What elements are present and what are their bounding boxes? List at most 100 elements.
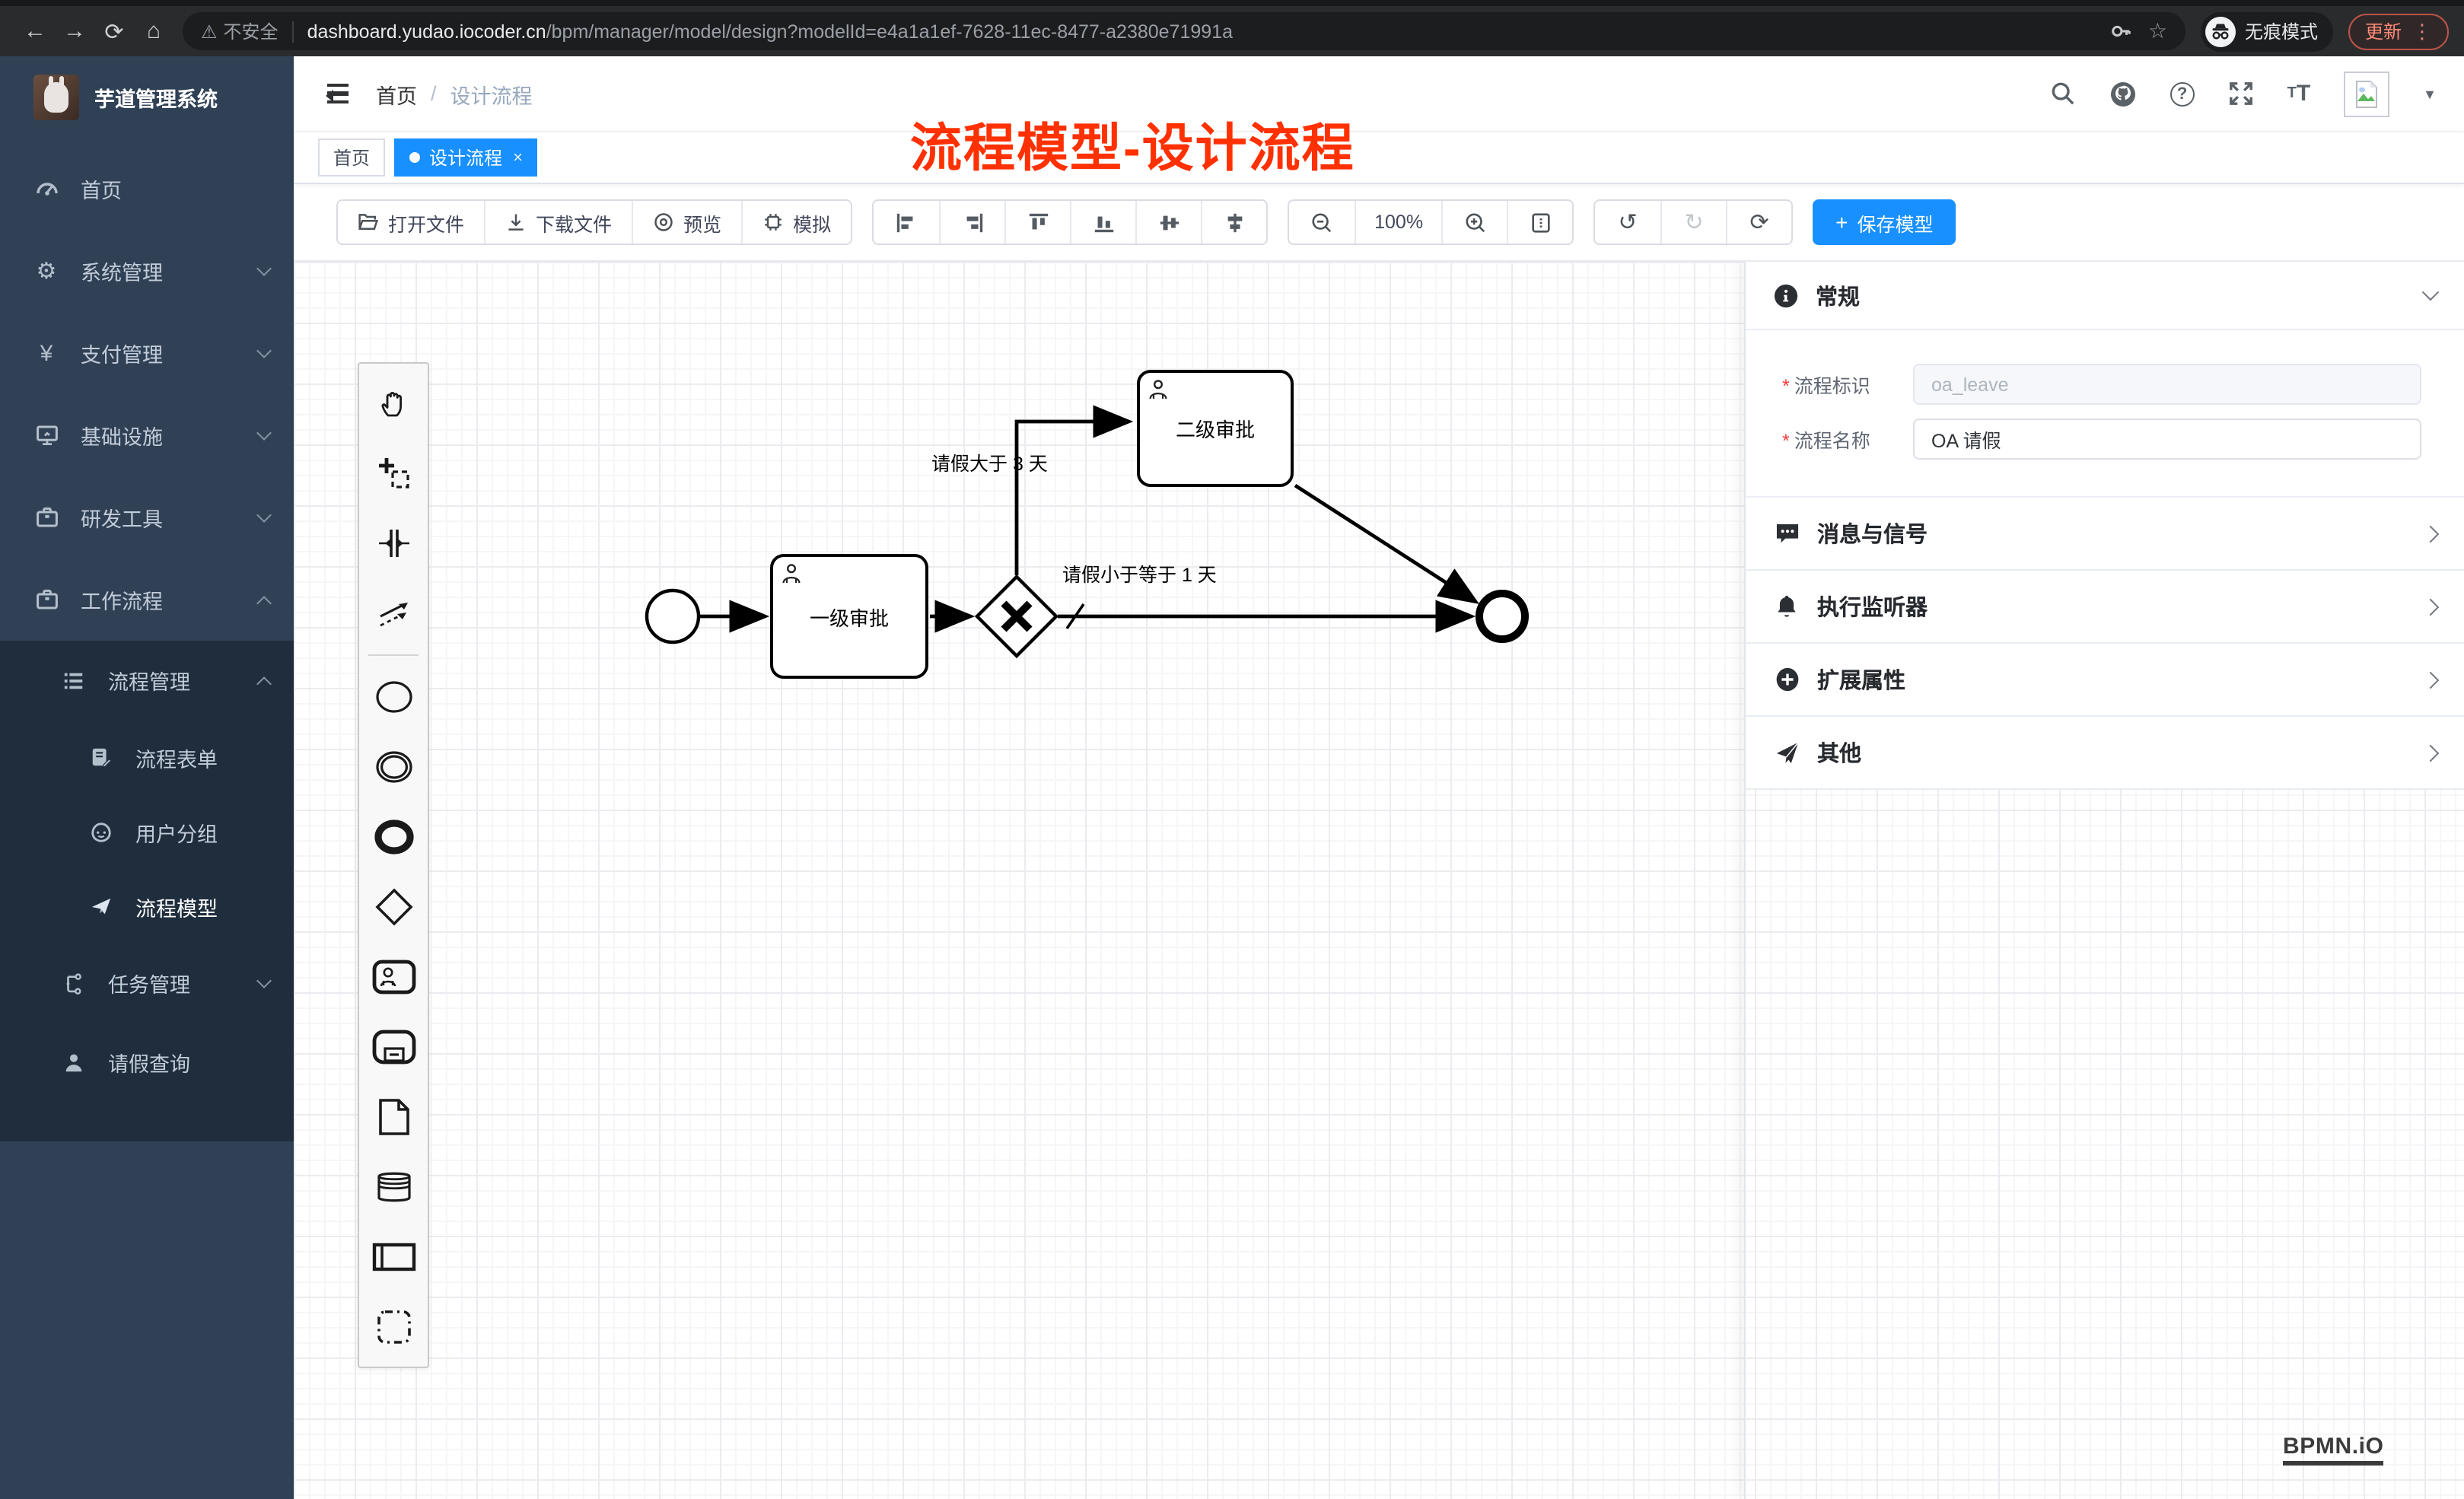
zoom-in-icon[interactable] xyxy=(1441,201,1507,243)
align-middle-icon[interactable] xyxy=(1135,201,1201,243)
undo-icon[interactable]: ↺ xyxy=(1595,201,1660,243)
message-icon xyxy=(1773,522,1800,545)
bookmark-star-icon[interactable]: ☆ xyxy=(2148,18,2167,44)
monitor-icon xyxy=(33,423,59,447)
url-host: dashboard.yudao.iocoder.cn xyxy=(307,21,546,42)
bpmn-canvas[interactable]: 一级审批 二级审批 请假大于 3 天 请假小于等于 1 天 BPMN.iO 常规 xyxy=(294,262,2464,1499)
sidebar-item-process-form[interactable]: 流程表单 xyxy=(0,720,294,794)
participant-pool-icon[interactable] xyxy=(359,1222,428,1292)
flow-gateway-to-task2[interactable] xyxy=(1017,422,1128,575)
app-logo-row[interactable]: 芋道管理系统 xyxy=(0,56,294,138)
flow-task2-to-end[interactable] xyxy=(1295,485,1475,601)
close-icon[interactable]: × xyxy=(513,148,523,167)
sidebar-item-label: 流程管理 xyxy=(108,665,259,695)
sidebar-item-user-group[interactable]: 用户分组 xyxy=(0,794,294,869)
group-icon[interactable] xyxy=(359,1292,428,1362)
task-second-approval[interactable]: 二级审批 xyxy=(1137,370,1294,487)
connect-tool-icon[interactable] xyxy=(359,578,428,648)
sidebar-item-leave-query[interactable]: 请假查询 xyxy=(0,1023,294,1102)
condition-label-gt3[interactable]: 请假大于 3 天 xyxy=(931,447,1048,476)
sidebar-item-devtools[interactable]: 研发工具 xyxy=(0,476,294,559)
browser-update-button[interactable]: 更新 ⋮ xyxy=(2348,13,2449,49)
password-key-icon[interactable] xyxy=(2110,20,2133,43)
home-icon[interactable]: ⌂ xyxy=(134,18,173,44)
tab-home[interactable]: 首页 xyxy=(318,138,385,177)
send-icon xyxy=(1773,740,1800,765)
form-edit-icon xyxy=(88,746,114,769)
align-right-icon[interactable] xyxy=(939,201,1004,243)
search-icon[interactable] xyxy=(2050,81,2076,107)
redo-icon[interactable]: ↻ xyxy=(1660,201,1726,243)
process-key-input[interactable] xyxy=(1913,364,2421,405)
sidebar-item-system[interactable]: ⚙ 系统管理 xyxy=(0,230,294,312)
intermediate-event-icon[interactable] xyxy=(359,732,428,802)
task-label: 二级审批 xyxy=(1176,414,1255,443)
exclusive-gateway[interactable] xyxy=(977,577,1056,656)
align-center-icon[interactable] xyxy=(1201,201,1266,243)
browser-menu-icon[interactable]: ⋮ xyxy=(2412,19,2432,43)
restart-icon[interactable]: ⟳ xyxy=(1726,201,1791,243)
reload-icon[interactable]: ⟳ xyxy=(94,18,134,45)
sidebar-item-payment[interactable]: ¥ 支付管理 xyxy=(0,312,294,394)
not-secure-label[interactable]: 不安全 xyxy=(224,18,279,44)
chevron-right-icon xyxy=(2422,525,2440,543)
url-divider xyxy=(292,21,294,42)
sidebar-item-home[interactable]: 首页 xyxy=(0,148,294,230)
sidebar-item-process-model[interactable]: 流程模型 xyxy=(0,869,294,944)
sidebar-item-label: 流程模型 xyxy=(135,891,269,921)
align-left-icon[interactable] xyxy=(874,201,939,243)
simulate-button[interactable]: 模拟 xyxy=(741,201,851,243)
gateway-icon[interactable] xyxy=(359,872,428,942)
github-icon[interactable] xyxy=(2109,80,2137,107)
start-event[interactable] xyxy=(647,590,699,642)
sidebar-item-label: 请假查询 xyxy=(108,1047,269,1077)
avatar-caret-icon[interactable]: ▼ xyxy=(2423,86,2437,101)
space-tool-icon[interactable] xyxy=(359,508,428,578)
section-extension-attributes[interactable]: 扩展属性 xyxy=(1746,644,2464,717)
sidebar-item-process-mgmt[interactable]: 流程管理 xyxy=(0,641,294,720)
section-execution-listener[interactable]: 执行监听器 xyxy=(1746,571,2464,644)
start-event-icon[interactable] xyxy=(359,662,428,732)
data-object-icon[interactable] xyxy=(359,1082,428,1152)
open-file-button[interactable]: 打开文件 xyxy=(338,201,484,243)
preview-button[interactable]: 预览 xyxy=(632,201,741,243)
fullscreen-icon[interactable] xyxy=(2228,81,2254,107)
breadcrumb-home[interactable]: 首页 xyxy=(376,78,417,109)
save-model-button[interactable]: 保存模型 xyxy=(1813,199,1956,245)
align-bottom-icon[interactable] xyxy=(1070,201,1135,243)
browser-toolbar: ← → ⟳ ⌂ ⚠ 不安全 dashboard.yudao.iocoder.cn… xyxy=(0,6,2464,56)
end-event[interactable] xyxy=(1479,594,1525,639)
process-name-input[interactable] xyxy=(1913,419,2421,460)
help-icon[interactable]: ? xyxy=(2170,81,2195,106)
download-file-button[interactable]: 下载文件 xyxy=(484,201,632,243)
incognito-icon xyxy=(2205,16,2236,46)
app-title: 芋道管理系统 xyxy=(94,82,218,113)
hand-tool-icon[interactable] xyxy=(359,368,428,438)
font-size-icon[interactable]: TT xyxy=(2287,82,2311,105)
user-task-icon[interactable] xyxy=(359,942,428,1012)
browser-chrome: ← → ⟳ ⌂ ⚠ 不安全 dashboard.yudao.iocoder.cn… xyxy=(0,0,2464,56)
address-bar[interactable]: ⚠ 不安全 dashboard.yudao.iocoder.cn /bpm/ma… xyxy=(183,12,2185,50)
sidebar-item-task-mgmt[interactable]: 任务管理 xyxy=(0,944,294,1023)
section-other[interactable]: 其他 xyxy=(1746,717,2464,790)
active-dot xyxy=(409,152,420,163)
subprocess-icon[interactable] xyxy=(359,1012,428,1082)
task-first-approval[interactable]: 一级审批 xyxy=(770,554,928,679)
forward-icon[interactable]: → xyxy=(55,18,94,44)
sidebar-item-infra[interactable]: 基础设施 xyxy=(0,394,294,476)
lasso-tool-icon[interactable] xyxy=(359,438,428,508)
tab-design-process[interactable]: 设计流程 × xyxy=(394,138,538,177)
chevron-up-icon xyxy=(256,595,272,610)
condition-label-le1[interactable]: 请假小于等于 1 天 xyxy=(1062,559,1217,587)
data-store-icon[interactable] xyxy=(359,1152,428,1222)
back-icon[interactable]: ← xyxy=(15,18,55,44)
end-event-icon[interactable] xyxy=(359,802,428,872)
zoom-out-icon[interactable] xyxy=(1289,201,1355,243)
avatar[interactable] xyxy=(2344,71,2389,116)
section-general[interactable]: 常规 xyxy=(1746,262,2464,330)
section-message-signal[interactable]: 消息与信号 xyxy=(1746,498,2464,571)
align-top-icon[interactable] xyxy=(1004,201,1070,243)
zoom-reset-icon[interactable] xyxy=(1507,201,1572,243)
sidebar-collapse-icon[interactable] xyxy=(321,83,349,104)
sidebar-item-workflow[interactable]: 工作流程 xyxy=(0,559,294,641)
